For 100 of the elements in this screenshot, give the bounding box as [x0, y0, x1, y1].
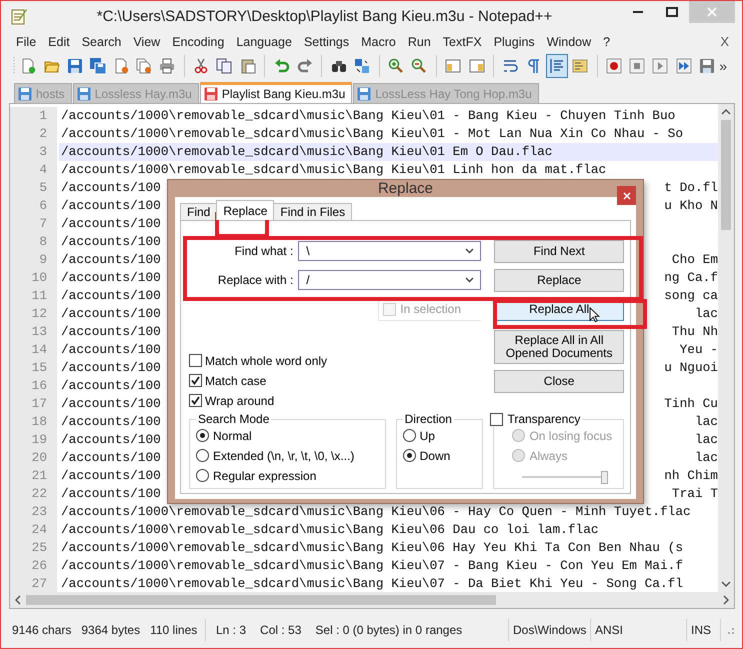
line-number: 24	[10, 521, 57, 540]
scroll-left-icon	[14, 595, 22, 606]
radio-button[interactable]	[402, 449, 416, 462]
dialog-button[interactable]: Replace	[494, 269, 624, 292]
scrollbar-thumb[interactable]	[721, 120, 731, 230]
run-macro-multiple-icon	[676, 58, 692, 74]
checkbox-label: Wrap around	[205, 394, 274, 408]
dialog-button[interactable]: Replace All in All Opened Documents	[494, 330, 624, 364]
play-macro-icon	[652, 58, 668, 74]
zoom-out-icon	[411, 58, 428, 74]
toolbar-overflow-button[interactable]: »	[719, 58, 728, 74]
window-title: *C:\Users\SADSTORY\Desktop\Playlist Bang Kieu.m3u - Notepad++	[96, 8, 552, 25]
vertical-scrollbar[interactable]	[718, 104, 734, 592]
menu-item[interactable]: Plugins	[488, 34, 542, 49]
menu-item[interactable]: Window	[542, 34, 598, 49]
redo-icon	[296, 58, 313, 74]
scroll-up-icon	[721, 108, 731, 116]
replace-icon	[354, 58, 370, 74]
code-line: /accounts/1000\removable_sdcard\music\Bang Kieu\01 Em O Dau.flac	[61, 143, 552, 162]
checkbox-label: Transparency	[507, 412, 580, 426]
status-text: INS	[691, 623, 712, 638]
code-line: /accounts/1000\removable_sdcard\music\Bang Kieu\06 - Hay Co Quen - Minh Tuyet.flac	[61, 503, 691, 522]
horizontal-scrollbar[interactable]	[10, 592, 734, 608]
dialog-button[interactable]: Find Next	[494, 240, 624, 263]
indent-guide-button[interactable]	[546, 54, 568, 78]
code-line: /accounts/100	[61, 359, 161, 378]
print-icon	[159, 58, 176, 74]
code-line-end: lac	[694, 413, 718, 432]
status-text: Ln : 3	[216, 623, 246, 638]
status-text: Sel : 0 (0 bytes) in 0 ranges	[315, 623, 462, 638]
code-line-end: Cho Em	[672, 251, 718, 270]
menu-item[interactable]: Search	[76, 34, 128, 49]
code-line: /accounts/100	[61, 341, 161, 360]
scrollbar-thumb[interactable]	[26, 595, 496, 606]
code-line: /accounts/1000\removable_sdcard\music\Bang Kieu\01 - Mot Lan Nua Xin Co Nhau - So	[61, 125, 684, 144]
code-line: /accounts/100	[61, 233, 161, 252]
menu-item[interactable]: ?	[598, 34, 618, 49]
line-number: 26	[10, 557, 57, 576]
code-line: /accounts/100	[61, 287, 161, 306]
code-line-end: lac	[694, 305, 718, 324]
menu-item[interactable]: Settings	[298, 34, 356, 49]
minimize-icon	[633, 11, 643, 13]
code-line-end: Thu Nh	[672, 323, 718, 342]
line-number: 17	[10, 395, 57, 414]
menu-item[interactable]: Language	[231, 34, 299, 49]
checkbox[interactable]	[189, 374, 202, 387]
line-number: 7	[10, 215, 57, 234]
checkbox[interactable]	[189, 394, 202, 407]
code-line: /accounts/1000\removable_sdcard\music\Bang Kieu\06 Hay Yeu Khi Ta Con Ben Nhau (s	[61, 539, 684, 558]
line-number: 12	[10, 305, 57, 324]
checkbox-label: Match case	[205, 374, 266, 388]
code-line-end: u Nguoi	[664, 359, 718, 378]
line-number: 14	[10, 341, 57, 360]
menu-item[interactable]: View	[128, 34, 168, 49]
code-line: /accounts/100	[61, 467, 161, 486]
radio-button[interactable]	[196, 449, 209, 462]
close-icon	[622, 192, 630, 200]
radio-button[interactable]	[196, 469, 209, 482]
radio-label: Normal	[213, 428, 252, 442]
dialog-title: Replace	[378, 180, 434, 197]
status-text: 9146 chars	[12, 623, 72, 638]
code-line: /accounts/100	[61, 215, 161, 234]
line-number: 1	[10, 107, 57, 126]
status-text: Col : 53	[260, 623, 302, 638]
word-wrap-icon	[502, 58, 519, 74]
paste-icon	[240, 58, 256, 74]
radio-label: On losing focus	[529, 428, 612, 442]
dialog-tab[interactable]: Find	[180, 203, 218, 220]
dialog-tab[interactable]: Replace	[216, 200, 274, 220]
menu-item[interactable]: File	[11, 34, 44, 49]
combo-box[interactable]: /	[298, 270, 482, 290]
checkbox[interactable]	[490, 412, 504, 426]
code-line-end: song ca	[664, 287, 718, 306]
dialog-tab[interactable]: Find in Files	[273, 203, 352, 220]
close-icon	[707, 7, 717, 17]
checkbox[interactable]	[189, 354, 202, 367]
menu-item[interactable]: Macro	[356, 34, 403, 49]
dialog-button[interactable]: Close	[494, 370, 624, 393]
menu-item[interactable]: TextFX	[438, 34, 489, 49]
radio-button[interactable]	[402, 429, 416, 442]
dialog-close-button[interactable]	[617, 186, 636, 205]
combo-box[interactable]: \	[298, 241, 482, 261]
code-line: /accounts/1000\removable_sdcard\music\Bang Kieu\01 - Bang Kieu - Chuyen Tinh Buo	[61, 107, 676, 126]
radio-button[interactable]	[196, 429, 209, 442]
radio-label: Down	[420, 448, 450, 462]
line-number: 5	[10, 179, 57, 198]
menu-item[interactable]: Edit	[43, 34, 77, 49]
menu-item[interactable]: Encoding	[167, 34, 232, 49]
line-number: 15	[10, 359, 57, 378]
line-number: 16	[10, 377, 57, 396]
code-line-end: nh Chim	[664, 467, 718, 486]
file-tab[interactable]: Playlist Bang Kieu.m3u	[200, 82, 352, 104]
code-line-end: Yeu -	[680, 341, 718, 360]
line-number: 10	[10, 269, 57, 288]
line-number: 4	[10, 161, 57, 180]
code-line-end: lac	[694, 449, 718, 468]
line-number: 20	[10, 449, 57, 468]
line-number: 22	[10, 485, 57, 504]
close-document-button[interactable]: X	[720, 34, 729, 50]
menu-item[interactable]: Run	[402, 34, 438, 49]
